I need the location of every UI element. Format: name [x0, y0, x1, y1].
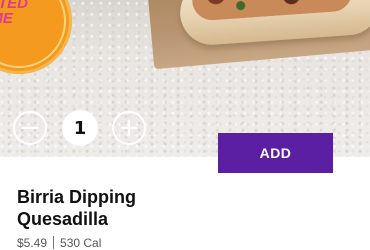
product-price: $5.49 [17, 236, 48, 250]
increase-quantity-button[interactable]: + [112, 111, 146, 145]
quantity-value: 1 [62, 110, 98, 146]
product-meta: $5.49 530 Cal [17, 236, 101, 250]
meta-divider [53, 236, 55, 249]
badge-line-2: TIME [0, 10, 13, 27]
product-title-line-1: Birria Dipping [17, 187, 137, 207]
decrease-quantity-button[interactable]: − [13, 111, 47, 145]
product-calories: 530 Cal [60, 236, 102, 250]
add-to-order-button[interactable]: ADD [218, 133, 333, 173]
plus-icon: + [118, 113, 140, 143]
product-title: Birria Dipping Quesadilla [17, 186, 217, 230]
limited-time-badge: LIMITED TIME [0, 0, 72, 74]
product-title-line-2: Quesadilla [17, 209, 109, 229]
minus-icon: − [19, 113, 41, 143]
